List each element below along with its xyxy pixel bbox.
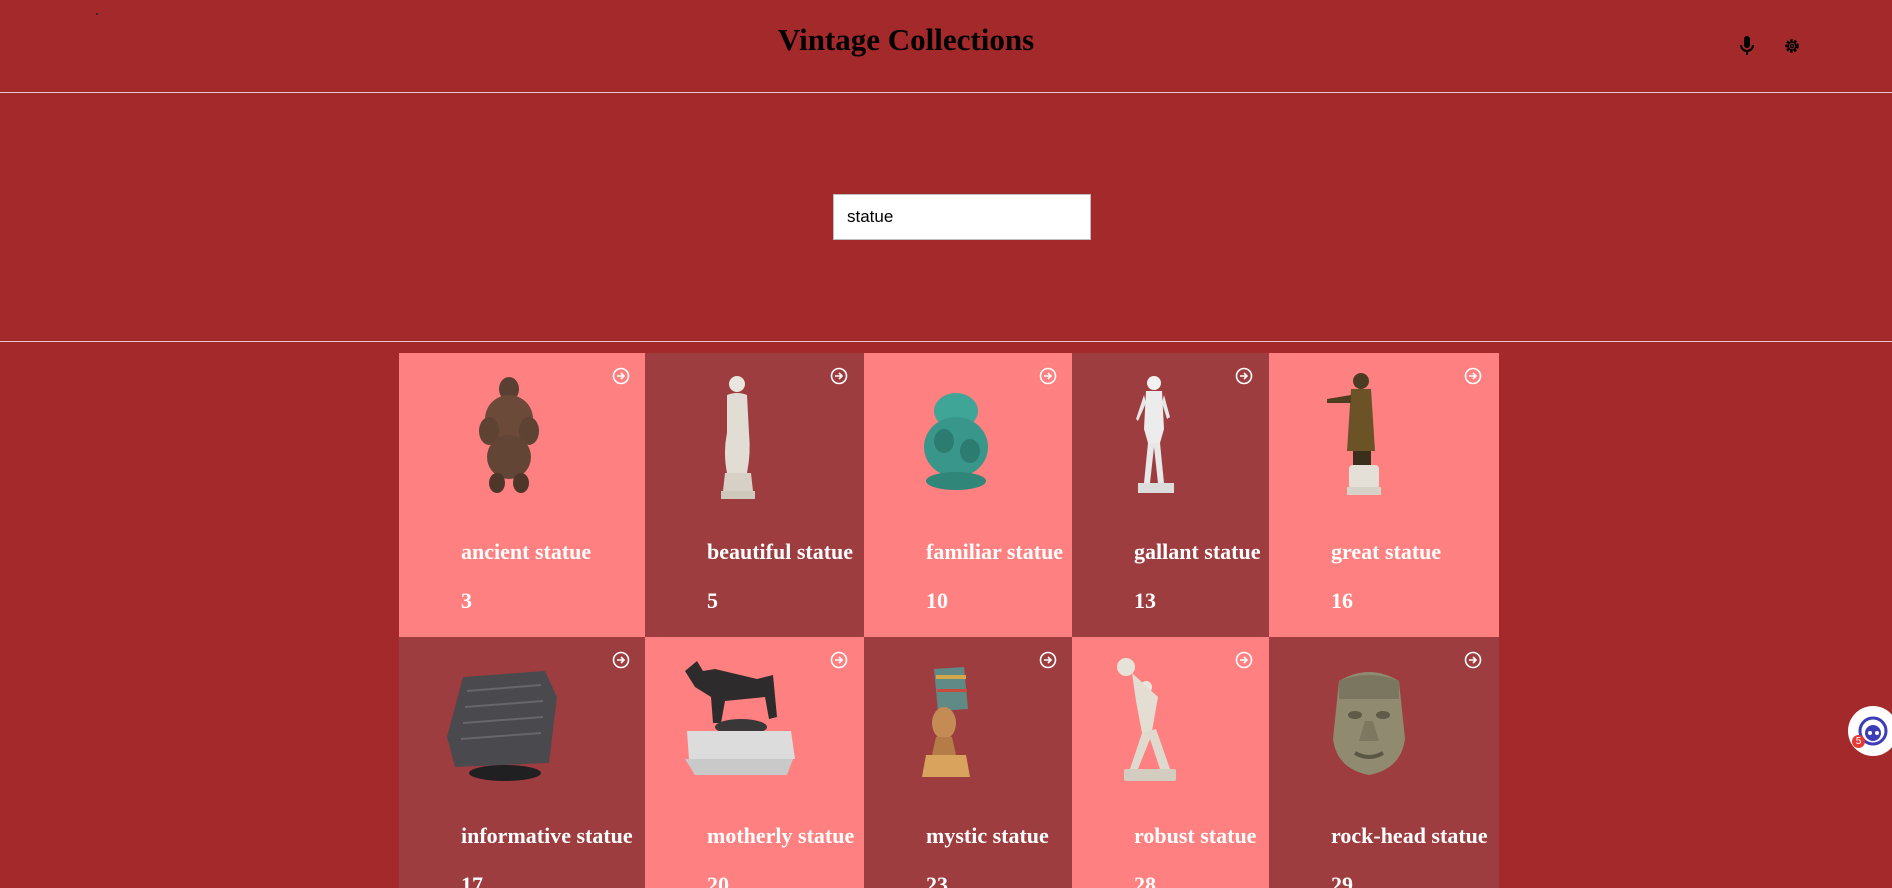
gear-icon[interactable] xyxy=(1783,36,1801,56)
card-great-statue[interactable]: great statue 16 xyxy=(1269,353,1499,637)
card-label: familiar statue xyxy=(926,539,1064,564)
card-label: informative statue xyxy=(461,823,633,848)
card-label: beautiful statue xyxy=(707,539,854,564)
notification-badge: 5 xyxy=(1852,735,1865,748)
microphone-icon[interactable] xyxy=(1738,36,1756,56)
arrow-circle-icon[interactable] xyxy=(1039,651,1057,669)
card-label: ancient statue xyxy=(461,539,592,564)
rosetta-stone-image xyxy=(445,667,561,790)
search-section xyxy=(0,93,1892,342)
card-count: 20 xyxy=(707,872,729,888)
card-count: 23 xyxy=(926,872,948,888)
card-ancient-statue[interactable]: ancient statue 3 xyxy=(399,353,645,637)
bronze-king-statue-image xyxy=(1323,369,1389,504)
jade-figure-image xyxy=(918,391,994,496)
card-informative-statue[interactable]: informative statue 17 xyxy=(399,637,645,888)
she-wolf-statue-image xyxy=(681,657,797,790)
david-statue-image xyxy=(1126,373,1182,506)
statue-grid: ancient statue 3 beautiful statue 5 fami… xyxy=(399,353,1499,888)
arrow-circle-icon[interactable] xyxy=(612,367,630,385)
arrow-circle-icon[interactable] xyxy=(1039,367,1057,385)
card-familiar-statue[interactable]: familiar statue 10 xyxy=(864,353,1072,637)
card-label: robust statue xyxy=(1134,823,1257,848)
card-label: gallant statue xyxy=(1134,539,1261,564)
card-label: great statue xyxy=(1331,539,1442,564)
arrow-circle-icon[interactable] xyxy=(830,367,848,385)
card-count: 29 xyxy=(1331,872,1353,888)
venus-statue-image xyxy=(713,373,763,506)
card-label: rock-head statue xyxy=(1331,823,1488,848)
arrow-circle-icon[interactable] xyxy=(1464,651,1482,669)
arrow-circle-icon[interactable] xyxy=(1235,651,1253,669)
card-motherly-statue[interactable]: motherly statue 20 xyxy=(645,637,864,888)
arrow-circle-icon[interactable] xyxy=(830,651,848,669)
card-count: 10 xyxy=(926,588,948,613)
discus-thrower-statue-image xyxy=(1112,657,1188,790)
card-count: 28 xyxy=(1134,872,1156,888)
card-count: 16 xyxy=(1331,588,1353,613)
arrow-circle-icon[interactable] xyxy=(612,651,630,669)
card-label: motherly statue xyxy=(707,823,855,848)
app-header: Vintage Collections xyxy=(0,0,1892,93)
card-rock-head-statue[interactable]: rock-head statue 29 xyxy=(1269,637,1499,888)
card-label: mystic statue xyxy=(926,823,1049,848)
nefertiti-bust-image xyxy=(920,665,976,784)
dogu-figurine-image xyxy=(469,375,549,502)
arrow-circle-icon[interactable] xyxy=(1464,367,1482,385)
card-gallant-statue[interactable]: gallant statue 13 xyxy=(1072,353,1269,637)
page-title: Vintage Collections xyxy=(777,22,1035,57)
card-robust-statue[interactable]: robust statue 28 xyxy=(1072,637,1269,888)
header-dot xyxy=(96,13,98,15)
card-count: 5 xyxy=(707,588,718,613)
arrow-circle-icon[interactable] xyxy=(1235,367,1253,385)
card-count: 13 xyxy=(1134,588,1156,613)
card-count: 3 xyxy=(461,588,472,613)
card-mystic-statue[interactable]: mystic statue 23 xyxy=(864,637,1072,888)
card-count: 17 xyxy=(461,872,483,888)
olmec-head-image xyxy=(1329,665,1409,782)
card-beautiful-statue[interactable]: beautiful statue 5 xyxy=(645,353,864,637)
search-input[interactable] xyxy=(833,194,1091,240)
assistant-button[interactable]: 5 xyxy=(1848,706,1892,756)
